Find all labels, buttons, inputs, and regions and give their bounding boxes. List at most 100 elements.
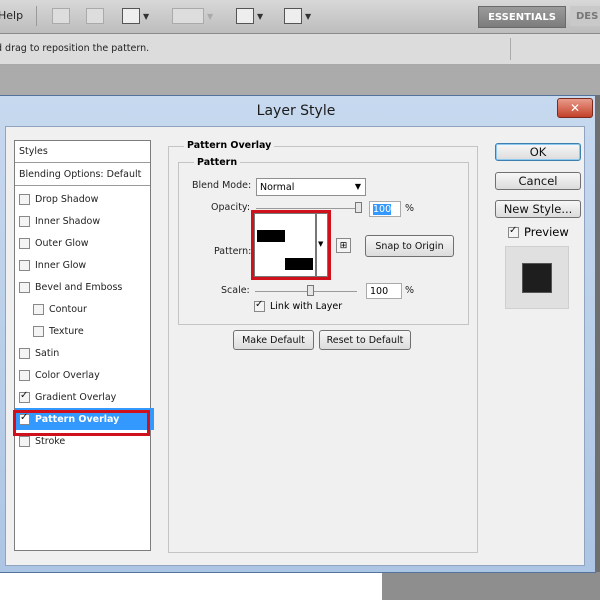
checkbox-icon[interactable] <box>33 303 44 315</box>
preview-thumbnail <box>522 263 552 293</box>
style-item-label: Texture <box>49 325 84 337</box>
checkbox-icon[interactable] <box>19 347 30 359</box>
styles-list: Styles Blending Options: Default Drop Sh… <box>14 140 154 551</box>
style-item-label: Pattern Overlay <box>35 413 120 425</box>
checkbox-icon[interactable] <box>19 435 30 447</box>
pattern-swatch[interactable] <box>254 213 316 277</box>
app-toolbar: Help ▼ ▼ ▼ ▼ ESSENTIALS DES <box>0 0 600 34</box>
new-style-button[interactable]: New Style... <box>495 200 581 218</box>
link-with-layer-checkbox[interactable]: Link with Layer <box>254 299 343 312</box>
dialog-body: Styles Blending Options: Default Drop Sh… <box>5 126 585 566</box>
screen-mode-dropdown[interactable]: ▼ <box>284 7 311 25</box>
chevron-down-icon: ▼ <box>318 240 324 248</box>
style-item-label: Outer Glow <box>35 237 89 249</box>
checkbox-icon[interactable] <box>19 412 30 425</box>
dialog-titlebar[interactable]: Layer Style ✕ <box>0 96 595 126</box>
pattern-block-top <box>257 230 285 242</box>
checkbox-icon <box>254 299 265 312</box>
preview-label: Preview <box>524 225 569 239</box>
style-item-label: Inner Shadow <box>35 215 101 227</box>
style-item-gradient-overlay[interactable]: Gradient Overlay <box>15 386 154 408</box>
style-item-label: Stroke <box>35 435 66 447</box>
checkbox-icon[interactable] <box>19 259 30 271</box>
view-extras-dropdown[interactable]: ▼ <box>122 7 149 25</box>
scale-input[interactable]: 100 <box>366 283 402 299</box>
blend-mode-value: Normal <box>260 181 295 193</box>
opacity-slider-thumb[interactable] <box>355 202 362 213</box>
style-item-outer-glow[interactable]: Outer Glow <box>15 232 154 254</box>
workspace-design-button[interactable]: DES <box>570 6 600 26</box>
pattern-label: Pattern: <box>214 246 252 257</box>
opacity-value: 100 <box>373 203 392 215</box>
ok-button[interactable]: OK <box>495 143 581 161</box>
styles-header[interactable]: Styles <box>15 141 150 163</box>
checkbox-icon <box>508 225 519 238</box>
style-item-inner-shadow[interactable]: Inner Shadow <box>15 210 154 232</box>
blending-options-item[interactable]: Blending Options: Default <box>15 164 150 186</box>
style-item-label: Contour <box>49 303 87 315</box>
group-title: Pattern <box>194 157 241 168</box>
chevron-down-icon: ▼ <box>257 11 264 21</box>
style-item-texture[interactable]: Texture <box>15 320 168 342</box>
scale-value: 100 <box>370 285 389 297</box>
cancel-button[interactable]: Cancel <box>495 172 581 190</box>
workspace-essentials-button[interactable]: ESSENTIALS <box>478 6 566 28</box>
checkbox-icon[interactable] <box>19 369 30 381</box>
close-button[interactable]: ✕ <box>557 98 593 118</box>
tool-grid-icon[interactable] <box>86 7 104 25</box>
style-item-pattern-overlay[interactable]: Pattern Overlay <box>15 408 154 430</box>
chevron-down-icon: ▼ <box>207 11 214 21</box>
opacity-input[interactable]: 100 <box>369 201 401 217</box>
layer-style-dialog: Layer Style ✕ Styles Blending Options: D… <box>0 95 596 573</box>
style-item-label: Inner Glow <box>35 259 87 271</box>
workspace-background <box>0 65 600 95</box>
style-item-satin[interactable]: Satin <box>15 342 154 364</box>
snap-to-origin-button[interactable]: Snap to Origin <box>365 235 454 257</box>
style-item-drop-shadow[interactable]: Drop Shadow <box>15 188 154 210</box>
checkbox-icon[interactable] <box>19 193 30 205</box>
checkbox-icon[interactable] <box>19 215 30 227</box>
make-default-button[interactable]: Make Default <box>233 330 314 350</box>
style-item-label: Drop Shadow <box>35 193 99 205</box>
reset-to-default-button[interactable]: Reset to Default <box>319 330 411 350</box>
options-bar: d drag to reposition the pattern. <box>0 34 600 65</box>
opacity-label: Opacity: <box>211 202 251 213</box>
new-preset-icon[interactable]: ⊞ <box>336 238 351 253</box>
zoom-level-dropdown[interactable]: ▼ <box>172 7 213 25</box>
styles-header-label: Styles <box>19 146 48 157</box>
style-item-label: Bevel and Emboss <box>35 281 123 293</box>
toolbar-separator <box>36 6 37 26</box>
arrange-documents-dropdown[interactable]: ▼ <box>236 7 263 25</box>
preview-checkbox[interactable]: Preview <box>508 225 569 239</box>
blend-mode-select[interactable]: Normal ▼ <box>256 178 366 196</box>
style-item-bevel-and-emboss[interactable]: Bevel and Emboss <box>15 276 154 298</box>
opacity-slider[interactable] <box>256 208 359 209</box>
pattern-block-bottom <box>285 258 313 270</box>
checkbox-icon[interactable] <box>19 390 30 403</box>
style-item-label: Gradient Overlay <box>35 391 117 403</box>
tool-hint-text: d drag to reposition the pattern. <box>0 43 150 54</box>
scale-label: Scale: <box>221 285 250 296</box>
style-item-label: Satin <box>35 347 60 359</box>
style-item-stroke[interactable]: Stroke <box>15 430 154 452</box>
menu-help[interactable]: Help <box>0 9 23 22</box>
style-item-inner-glow[interactable]: Inner Glow <box>15 254 154 276</box>
dialog-title: Layer Style <box>256 103 336 119</box>
chevron-down-icon: ▼ <box>143 11 150 21</box>
style-item-label: Color Overlay <box>35 369 100 381</box>
scale-percent-sign: % <box>405 285 415 296</box>
blending-options-label: Blending Options: Default <box>19 169 142 180</box>
link-with-layer-label: Link with Layer <box>270 301 343 312</box>
scale-slider-thumb[interactable] <box>307 285 315 296</box>
checkbox-icon[interactable] <box>19 281 30 293</box>
chevron-down-icon: ▼ <box>305 11 312 21</box>
close-icon: ✕ <box>569 101 581 115</box>
style-item-color-overlay[interactable]: Color Overlay <box>15 364 154 386</box>
checkbox-icon[interactable] <box>19 237 30 249</box>
style-item-contour[interactable]: Contour <box>15 298 168 320</box>
pattern-picker-dropdown[interactable]: ▼ <box>316 213 328 277</box>
workspace-pasteboard <box>382 572 600 600</box>
tool-arrange-icon[interactable] <box>52 7 70 25</box>
checkbox-icon[interactable] <box>33 325 44 337</box>
scale-slider[interactable] <box>255 291 357 292</box>
